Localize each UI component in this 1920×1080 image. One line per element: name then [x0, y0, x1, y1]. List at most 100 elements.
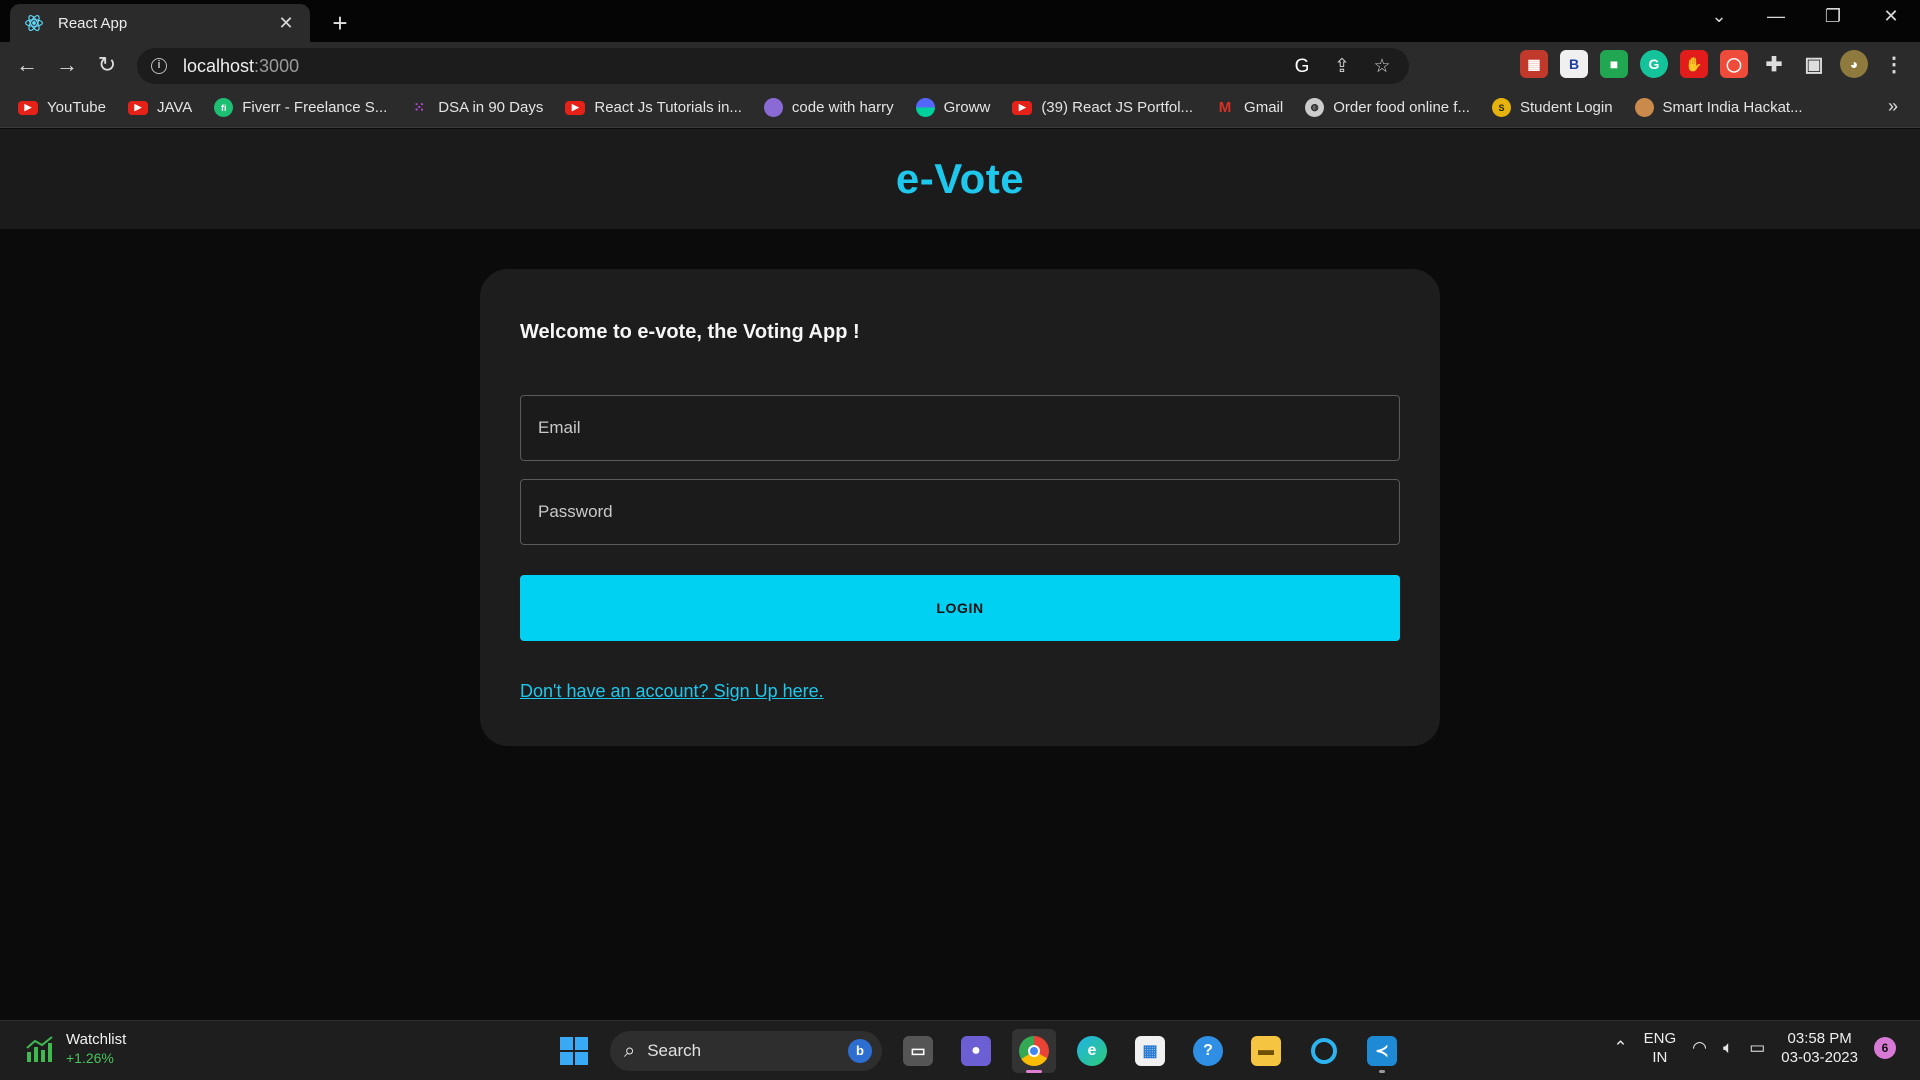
chrome-taskbar-icon[interactable]	[1012, 1029, 1056, 1073]
bookmark-item[interactable]: fi Fiverr - Freelance S...	[214, 98, 387, 117]
share-icon[interactable]: ⇪	[1329, 54, 1355, 80]
extensions-puzzle-icon[interactable]: ✚	[1760, 50, 1788, 78]
edge-icon[interactable]: e	[1070, 1029, 1114, 1073]
app-body: Welcome to e-vote, the Voting App ! LOGI…	[0, 229, 1920, 1020]
bookmark-star-icon[interactable]: ☆	[1369, 54, 1395, 80]
bookmark-label: Student Login	[1519, 99, 1613, 116]
bookmark-item[interactable]: S Student Login	[1491, 98, 1613, 117]
site-info-icon[interactable]: i	[151, 58, 167, 74]
bookmark-item[interactable]: ▶ YouTube	[18, 99, 106, 116]
volume-icon[interactable]: 🔈︎	[1723, 1038, 1733, 1058]
bookmark-label: YouTube	[47, 99, 106, 116]
forward-button[interactable]: →	[52, 50, 82, 80]
avatar-icon	[763, 98, 783, 117]
email-field[interactable]	[520, 395, 1400, 461]
bookmarks-bar: ▶ YouTube ▶ JAVA fi Fiverr - Freelance S...…	[0, 88, 1920, 128]
more-bookmarks-icon[interactable]: »	[1888, 96, 1898, 117]
extension-green-icon[interactable]: ■	[1600, 50, 1628, 78]
bookmark-label: code with harry	[791, 99, 894, 116]
close-window-button[interactable]: ✕	[1876, 6, 1906, 27]
start-button[interactable]	[552, 1029, 596, 1073]
youtube-icon: ▶	[565, 100, 586, 115]
file-explorer-icon[interactable]: ▬	[1244, 1029, 1288, 1073]
student-icon: S	[1491, 98, 1511, 117]
grammarly-icon[interactable]: G	[1640, 50, 1668, 78]
task-view-icon[interactable]: ▭	[896, 1029, 940, 1073]
new-tab-button[interactable]: +	[326, 8, 354, 39]
groww-icon	[915, 98, 935, 117]
battery-icon[interactable]: ▭	[1749, 1038, 1765, 1058]
bookmark-label: Fiverr - Freelance S...	[242, 99, 388, 116]
extension-red-icon[interactable]: ◯	[1720, 50, 1748, 78]
notification-badge[interactable]: 6	[1874, 1037, 1896, 1059]
dsa-icon: ⁙	[413, 99, 426, 115]
watchlist-change: +1.26%	[66, 1050, 114, 1066]
adblock-icon[interactable]: ✋	[1680, 50, 1708, 78]
bookmark-label: Smart India Hackat...	[1662, 99, 1803, 116]
watchlist-title: Watchlist	[66, 1031, 127, 1048]
address-bar[interactable]: i localhost:3000 G ⇪ ☆	[137, 48, 1409, 84]
help-icon[interactable]: ?	[1186, 1029, 1230, 1073]
minimize-button[interactable]: —	[1761, 6, 1791, 27]
bookmark-label: Order food online f...	[1333, 99, 1470, 116]
google-lens-icon[interactable]: G	[1289, 54, 1315, 80]
browser-toolbar: ← → ↻ i localhost:3000 G ⇪ ☆ ▦ B ■ G ✋ ◯…	[0, 42, 1920, 88]
language-indicator[interactable]: ENG IN	[1644, 1029, 1677, 1067]
gmail-icon: M	[1218, 99, 1232, 116]
bookmark-item[interactable]: Groww	[915, 98, 991, 117]
bookmark-item[interactable]: M Gmail	[1215, 99, 1283, 116]
active-indicator	[1026, 1070, 1042, 1073]
signup-link[interactable]: Don't have an account? Sign Up here.	[520, 681, 824, 702]
bookmark-item[interactable]: ▶ (39) React JS Portfol...	[1012, 99, 1193, 116]
restore-button[interactable]: ❐	[1818, 6, 1848, 27]
bookmark-label: (39) React JS Portfol...	[1041, 99, 1194, 116]
react-icon	[25, 15, 43, 31]
globe-icon: ◍	[1305, 98, 1325, 117]
tab-search-icon[interactable]: ⌄	[1704, 6, 1734, 27]
extension-b-icon[interactable]: B	[1560, 50, 1588, 78]
wifi-icon[interactable]: ◠	[1692, 1038, 1707, 1058]
microsoft-store-icon[interactable]: ▦	[1128, 1029, 1172, 1073]
time-label: 03:58 PM	[1787, 1030, 1852, 1047]
login-button[interactable]: LOGIN	[520, 575, 1400, 641]
browser-tab[interactable]: React App ✕	[10, 4, 310, 42]
vscode-icon[interactable]: ≺	[1360, 1029, 1404, 1073]
bookmark-label: React Js Tutorials in...	[594, 99, 742, 116]
tab-title: React App	[58, 14, 128, 32]
bookmark-item[interactable]: code with harry	[763, 98, 894, 117]
chrome-menu-icon[interactable]: ⋮	[1880, 50, 1908, 78]
close-tab-icon[interactable]: ✕	[276, 13, 296, 34]
clock[interactable]: 03:58 PM 03-03-2023	[1781, 1029, 1858, 1067]
login-card: Welcome to e-vote, the Voting App ! LOGI…	[480, 269, 1440, 746]
bookmark-label: Groww	[943, 99, 991, 116]
bookmark-item[interactable]: ▶ React Js Tutorials in...	[565, 99, 742, 116]
taskbar: Watchlist +1.26% ⌕ Search b ▭ ● e ▦ ? ▬ …	[0, 1020, 1920, 1080]
app-header: e-Vote	[0, 129, 1920, 229]
chevron-up-icon[interactable]: ⌃	[1613, 1038, 1627, 1058]
back-button[interactable]: ←	[12, 50, 42, 80]
reload-button[interactable]: ↻	[92, 50, 122, 80]
bookmark-item[interactable]: ▶ JAVA	[127, 99, 192, 116]
browser-tab-strip: React App ✕ + ⌄ — ❐ ✕	[0, 0, 1920, 42]
extension-1-icon[interactable]: ▦	[1520, 50, 1548, 78]
bookmark-item[interactable]: ⁙ DSA in 90 Days	[409, 99, 543, 116]
url-host: localhost	[183, 55, 255, 76]
cortana-icon[interactable]	[1302, 1029, 1346, 1073]
bookmark-label: DSA in 90 Days	[438, 99, 544, 116]
watchlist-widget[interactable]: Watchlist +1.26%	[24, 1031, 126, 1066]
side-panel-icon[interactable]: ▣	[1800, 50, 1828, 78]
app-logo[interactable]: e-Vote	[896, 155, 1024, 203]
search-icon: ⌕	[624, 1039, 636, 1062]
password-field[interactable]	[520, 479, 1400, 545]
bookmark-item[interactable]: ◍ Order food online f...	[1305, 98, 1470, 117]
bing-icon[interactable]: b	[848, 1039, 872, 1063]
language-label: ENG	[1643, 1030, 1677, 1047]
url-port: :3000	[254, 55, 300, 76]
profile-avatar[interactable]: ◕	[1840, 50, 1868, 78]
teams-chat-icon[interactable]: ●	[954, 1029, 998, 1073]
taskbar-search[interactable]: ⌕ Search b	[610, 1031, 882, 1071]
bookmark-item[interactable]: Smart India Hackat...	[1634, 98, 1803, 117]
region-label: IN	[1652, 1049, 1668, 1066]
youtube-icon: ▶	[127, 100, 148, 115]
date-label: 03-03-2023	[1781, 1049, 1858, 1066]
